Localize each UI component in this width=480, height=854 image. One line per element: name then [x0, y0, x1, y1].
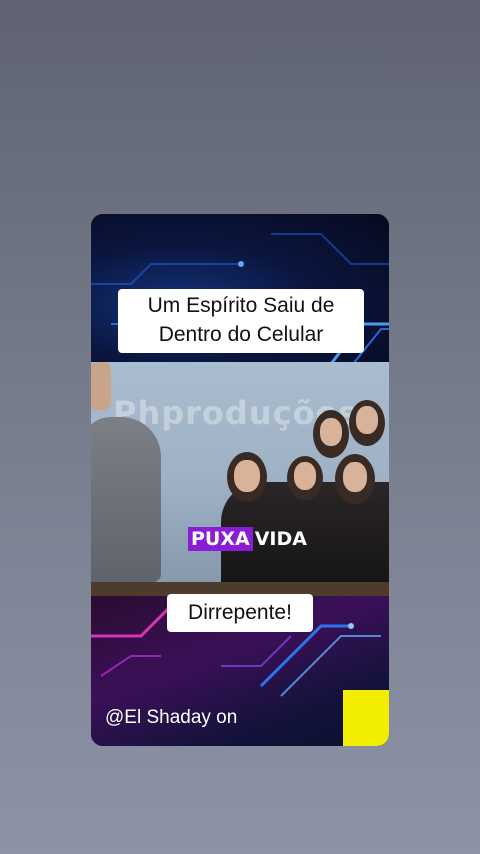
overlay-rest: VIDA	[254, 528, 307, 550]
audience-face	[234, 460, 260, 492]
video-card[interactable]: Phproduções Um Espírito Saiu de Dentro d…	[91, 214, 389, 746]
audience-face	[320, 418, 342, 446]
title-caption: Um Espírito Saiu de Dentro do Celular	[118, 289, 364, 353]
audience-face	[356, 406, 378, 434]
video-frame[interactable]: Phproduções	[91, 362, 389, 598]
account-handle[interactable]: @El Shaday on	[105, 707, 237, 729]
accent-square	[343, 690, 389, 746]
overlay-text: PUXA VIDA	[188, 527, 307, 551]
presenter-head	[91, 362, 111, 410]
title-line-2: Dentro do Celular	[158, 323, 324, 346]
overlay-highlight: PUXA	[188, 527, 253, 551]
bottom-caption: Dirrepente!	[167, 594, 313, 632]
audience-face	[343, 462, 367, 492]
title-line-1: Um Espírito Saiu de	[147, 294, 335, 317]
presenter-figure	[91, 417, 161, 582]
audience-face	[294, 462, 316, 490]
